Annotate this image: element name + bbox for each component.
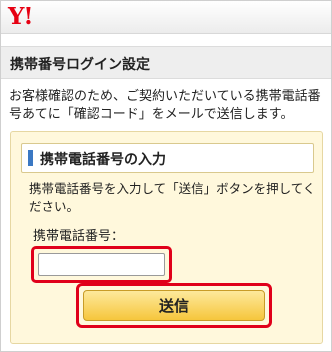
top-bar: Y! (1, 1, 331, 34)
phone-entry-panel: 携帯電話番号の入力 携帯電話番号を入力して「送信」ボタンを押してください。 携帯… (10, 131, 323, 344)
intro-text: お客様確認のため、ご契約いただいている携帯電話番号あてに「確認コード」をメールで… (9, 89, 321, 122)
panel-description: 携帯電話番号を入力して「送信」ボタンを押してください。 (29, 181, 316, 214)
yahoo-logo[interactable]: Y! (8, 4, 33, 30)
panel-title: 携帯電話番号の入力 (40, 152, 166, 168)
phone-input-highlight (31, 246, 172, 283)
panel-header: 携帯電話番号の入力 (21, 143, 314, 173)
phone-number-input[interactable] (38, 253, 165, 276)
panel-accent-bar (28, 150, 33, 166)
page-title: 携帯番号ログイン設定 (10, 57, 150, 73)
submit-button[interactable]: 送信 (83, 290, 265, 321)
section-header: 携帯番号ログイン設定 (1, 46, 331, 79)
submit-button-highlight: 送信 (76, 283, 272, 328)
phone-field-label: 携帯電話番号： (33, 229, 125, 244)
